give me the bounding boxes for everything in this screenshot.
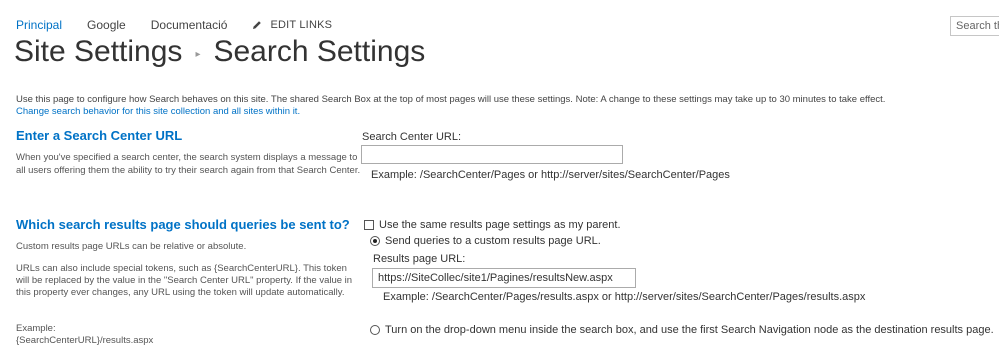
section-heading-search-center: Enter a Search Center URL <box>16 128 183 143</box>
search-input[interactable]: Search this <box>950 16 999 36</box>
example-label: Example: <box>16 323 56 334</box>
example-value: {SearchCenterURL}/results.aspx <box>16 335 154 346</box>
dropdown-navigation-radio[interactable] <box>370 325 380 335</box>
search-placeholder: Search this <box>956 20 999 32</box>
search-center-url-example: Example: /SearchCenter/Pages or http://s… <box>371 169 730 181</box>
dropdown-navigation-option[interactable]: Turn on the drop-down menu inside the se… <box>370 324 994 336</box>
change-search-behavior-link[interactable]: Change search behavior for this site col… <box>16 106 300 117</box>
search-center-url-label: Search Center URL: <box>362 131 462 143</box>
custom-results-page-label: Send queries to a custom results page UR… <box>385 235 601 247</box>
top-nav: Principal Google Documentació EDIT LINKS <box>16 17 332 33</box>
use-parent-settings-checkbox[interactable] <box>364 220 374 230</box>
results-page-example-note: Example: {SearchCenterURL}/results.aspx <box>16 323 153 347</box>
use-parent-settings-label: Use the same results page settings as my… <box>379 219 621 231</box>
custom-results-page-radio[interactable] <box>370 236 380 246</box>
page-title: Site Settings ▸ Search Settings <box>14 35 425 69</box>
page-description: Use this page to configure how Search be… <box>16 94 886 105</box>
title-search-settings: Search Settings <box>213 35 426 68</box>
nav-item-documentacio[interactable]: Documentació <box>151 18 228 32</box>
nav-item-principal[interactable]: Principal <box>16 18 62 32</box>
pencil-icon <box>253 21 262 29</box>
dropdown-navigation-label: Turn on the drop-down menu inside the se… <box>385 324 994 336</box>
section-heading-results-page: Which search results page should queries… <box>16 217 350 232</box>
edit-links-label: EDIT LINKS <box>270 19 333 31</box>
results-page-note: Custom results page URLs can be relative… <box>16 241 247 252</box>
results-page-token-note: URLs can also include special tokens, su… <box>16 263 353 298</box>
breadcrumb-separator-icon: ▸ <box>195 48 201 60</box>
use-parent-settings-option[interactable]: Use the same results page settings as my… <box>364 219 621 231</box>
results-page-url-label: Results page URL: <box>373 253 466 265</box>
results-page-url-example: Example: /SearchCenter/Pages/results.asp… <box>383 291 866 303</box>
custom-results-page-option[interactable]: Send queries to a custom results page UR… <box>370 235 601 247</box>
results-page-url-input[interactable]: https://SiteCollec/site1/Pagines/results… <box>372 268 636 288</box>
nav-item-google[interactable]: Google <box>87 18 126 32</box>
section-description-search-center: When you've specified a search center, t… <box>16 152 361 176</box>
title-site-settings-link[interactable]: Site Settings <box>14 35 182 69</box>
edit-links-button[interactable]: EDIT LINKS <box>252 19 332 31</box>
search-center-url-input[interactable] <box>361 145 623 164</box>
